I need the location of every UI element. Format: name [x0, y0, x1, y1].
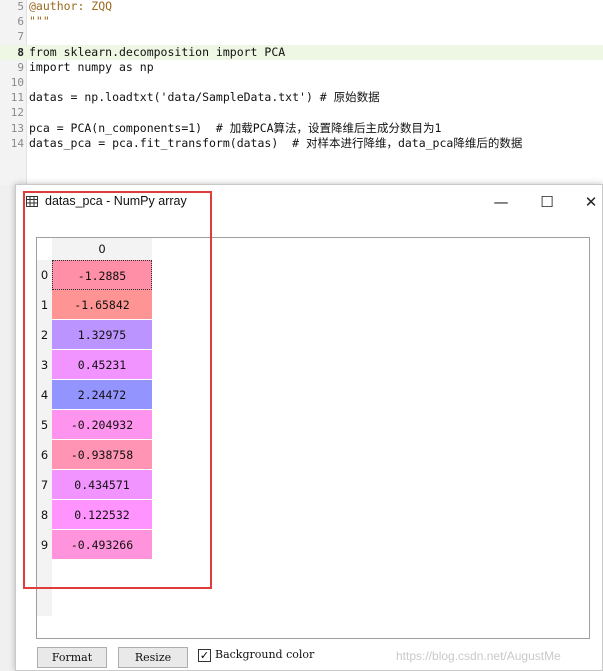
row-index[interactable]: 1	[37, 290, 52, 320]
maximize-button[interactable]: ☐	[524, 185, 570, 219]
code-line[interactable]: 14 datas_pca = pca.fit_transform(datas) #…	[0, 136, 603, 151]
array-cell[interactable]: 0.434571	[52, 470, 152, 500]
line-number: 11	[10, 91, 24, 105]
code-line[interactable]: 9 import numpy as np	[0, 60, 603, 75]
row-index[interactable]: 7	[37, 470, 52, 500]
array-grid[interactable]: 0 0 -1.2885 1 -1.65842 2 1.32975 3 0.45231 4 2.24…	[36, 237, 590, 639]
code-line[interactable]: 6 """	[0, 14, 603, 29]
array-cell[interactable]: -1.65842	[52, 290, 152, 320]
code-line[interactable]: 12	[0, 105, 603, 120]
row-index[interactable]: 2	[37, 320, 52, 350]
code-text: """	[29, 14, 50, 29]
code-line[interactable]: 13 pca = PCA(n_components=1) # 加载PCA算法，设置…	[0, 121, 603, 136]
background-color-label: Background color	[215, 648, 315, 661]
array-cell[interactable]: -0.493266	[52, 530, 152, 560]
array-cell[interactable]: -0.938758	[52, 440, 152, 470]
code-editor[interactable]: 5 @author: ZQQ 6 """ 7 8 from sklearn.decompos…	[0, 0, 603, 185]
code-text: @author: ZQQ	[29, 0, 113, 13]
background-color-checkbox[interactable]: ✓	[198, 649, 211, 662]
row-index[interactable]: 0	[37, 260, 52, 290]
window-title: datas_pca - NumPy array	[45, 194, 187, 208]
code-line[interactable]: 7	[0, 29, 603, 44]
row-index[interactable]: 3	[37, 350, 52, 380]
format-button[interactable]: Format	[37, 647, 107, 668]
array-cell[interactable]: 0.45231	[52, 350, 152, 380]
array-cell[interactable]: 1.32975	[52, 320, 152, 350]
minimize-button[interactable]: —	[478, 185, 524, 219]
close-button[interactable]: ✕	[568, 185, 603, 219]
row-index[interactable]: 4	[37, 380, 52, 410]
title-bar[interactable]: datas_pca - NumPy array — ☐ ✕	[16, 185, 602, 219]
code-text: pca = PCA(n_components=1) # 加载PCA算法，设置降维…	[29, 120, 442, 135]
line-number: 7	[17, 30, 24, 44]
watermark: https://blog.csdn.net/AugustMe	[396, 649, 561, 663]
array-viewer-window: datas_pca - NumPy array — ☐ ✕ 0 0 -1.2885…	[15, 184, 603, 671]
code-text: datas_pca = pca.fit_transform(datas) # 对…	[29, 135, 523, 150]
resize-button[interactable]: Resize	[118, 647, 188, 668]
code-text: datas = np.loadtxt('data/SampleData.txt'…	[29, 90, 380, 105]
code-text: from sklearn.decomposition import PCA	[29, 44, 286, 59]
checkmark-icon: ✓	[199, 649, 210, 662]
line-number: 8	[17, 45, 24, 59]
code-line[interactable]: 8 from sklearn.decomposition import PCA	[0, 44, 603, 60]
row-index[interactable]: 8	[37, 500, 52, 530]
line-number: 5	[17, 0, 24, 13]
code-line[interactable]: 10	[0, 75, 603, 90]
array-cell[interactable]: -1.2885	[52, 260, 152, 290]
line-number: 12	[10, 106, 24, 120]
line-number: 14	[10, 136, 24, 150]
line-number: 6	[17, 15, 24, 29]
code-line[interactable]: 11 datas = np.loadtxt('data/SampleData.tx…	[0, 90, 603, 105]
table-icon	[26, 196, 38, 207]
code-line[interactable]: 5 @author: ZQQ	[0, 0, 603, 14]
line-number: 10	[10, 76, 24, 89]
row-index[interactable]: 5	[37, 410, 52, 440]
array-cell[interactable]: 0.122532	[52, 500, 152, 530]
row-index[interactable]: 9	[37, 530, 52, 560]
line-number: 9	[17, 60, 24, 74]
array-cell[interactable]: -0.204932	[52, 410, 152, 440]
column-header-0[interactable]: 0	[52, 238, 152, 260]
code-text: import numpy as np	[29, 59, 154, 74]
row-index[interactable]: 6	[37, 440, 52, 470]
array-cell[interactable]: 2.24472	[52, 380, 152, 410]
line-number: 13	[10, 121, 24, 135]
